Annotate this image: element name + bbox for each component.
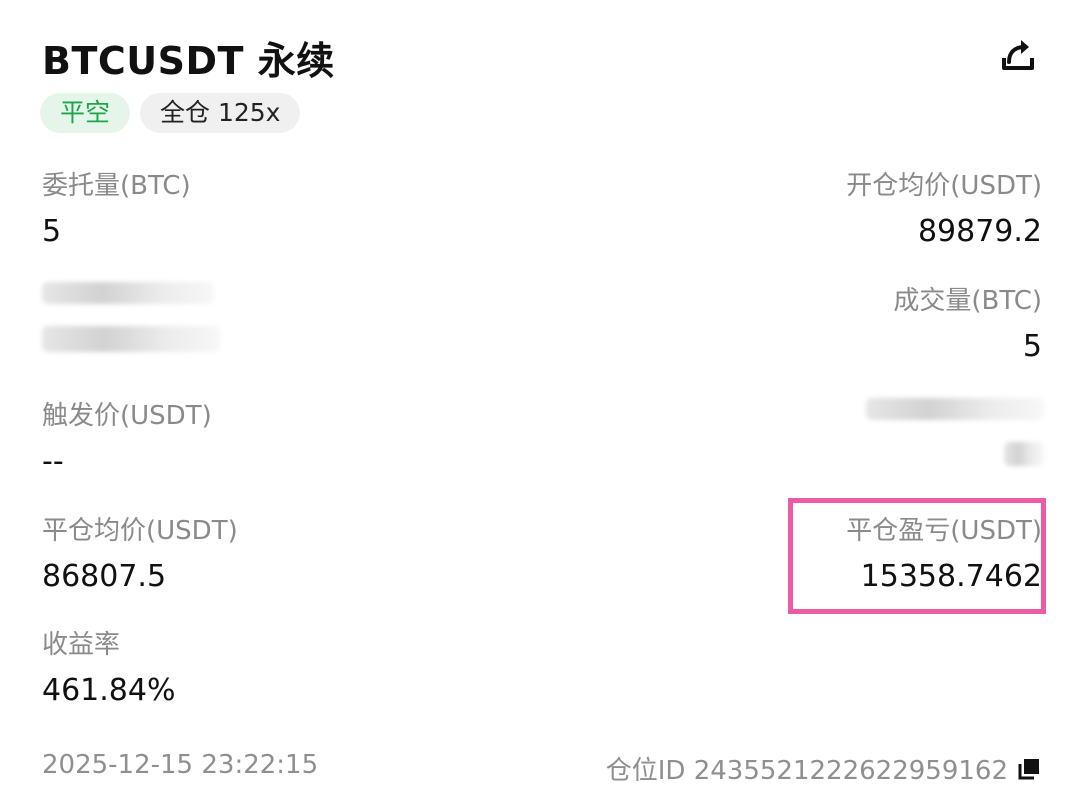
yield-rate-value: 461.84% [42,673,176,708]
side-badge: 平空 [40,93,131,133]
filled-qty-value: 5 [1022,329,1042,364]
redacted-label [42,282,214,304]
page-title: BTCUSDT 永续 [42,39,335,83]
margin-mode-badge: 全仓 125x [140,93,301,133]
order-tags: 平空 全仓 125x [40,93,301,133]
share-button[interactable] [996,32,1040,76]
share-icon [1002,40,1034,70]
trigger-price-field: 触发价(USDT) -- [42,395,212,479]
filled-qty-field: 成交量(BTC) 5 [893,280,1042,364]
pnl-highlight-box [788,498,1046,614]
close-avg-price-label: 平仓均价(USDT) [42,516,238,546]
redacted-value [1004,442,1044,466]
order-qty-label: 委托量(BTC) [42,171,191,201]
position-id: 仓位ID 2435521222622959162 [606,750,1042,787]
copy-icon[interactable] [1016,756,1042,782]
trigger-price-value: -- [42,444,64,479]
yield-rate-label: 收益率 [42,630,121,660]
order-qty-value: 5 [42,214,62,249]
open-avg-price-field: 开仓均价(USDT) 89879.2 [846,165,1042,249]
close-avg-price-value: 86807.5 [42,559,167,594]
filled-qty-label: 成交量(BTC) [893,286,1042,316]
yield-rate-field: 收益率 461.84% [42,624,175,708]
redacted-label [866,398,1044,420]
open-avg-price-value: 89879.2 [917,214,1042,249]
order-timestamp: 2025-12-15 23:22:15 [42,750,319,780]
order-qty-field: 委托量(BTC) 5 [42,165,191,249]
open-avg-price-label: 开仓均价(USDT) [846,171,1042,201]
trigger-price-label: 触发价(USDT) [42,401,212,431]
position-id-text: 仓位ID 2435521222622959162 [605,756,1008,786]
redacted-value [42,326,220,352]
close-avg-price-field: 平仓均价(USDT) 86807.5 [42,510,238,594]
